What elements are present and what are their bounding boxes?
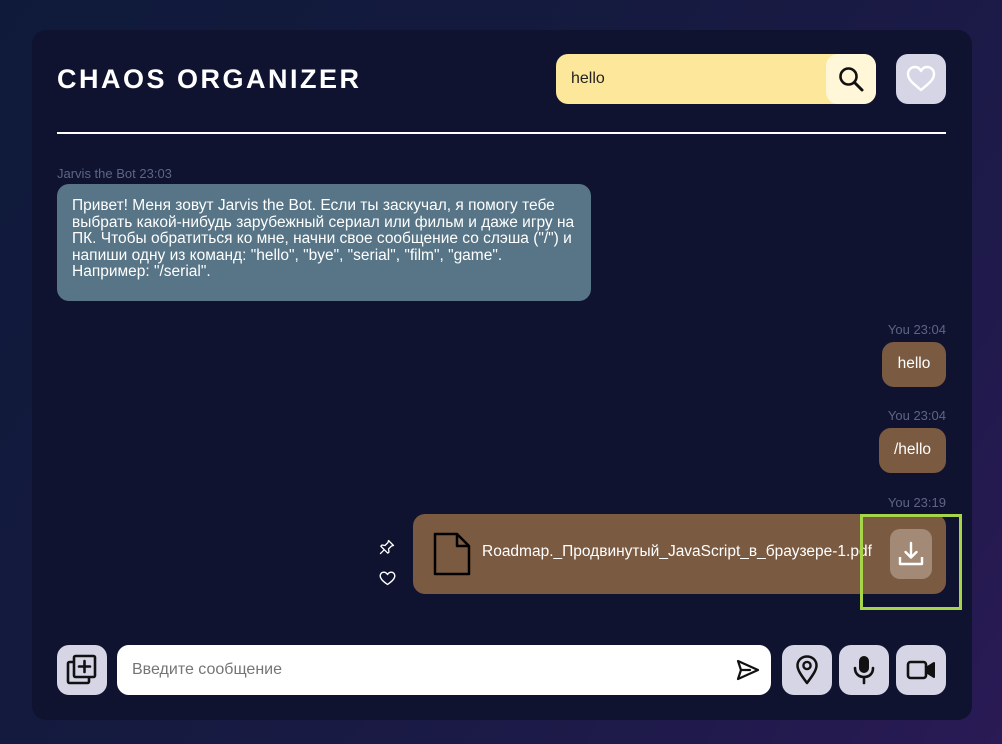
favorite-message-button[interactable] (378, 569, 396, 587)
message-meta: Jarvis the Bot 23:03 (57, 166, 172, 181)
user-message-bubble: /hello (879, 428, 946, 473)
bot-message-bubble: Привет! Меня зовут Jarvis the Bot. Если … (57, 184, 591, 301)
search-icon (839, 67, 864, 92)
video-camera-icon (906, 660, 935, 680)
file-icon (433, 532, 471, 576)
microphone-icon (853, 656, 875, 685)
message-input[interactable] (117, 645, 717, 695)
attach-file-button[interactable] (57, 645, 107, 695)
message-meta: You 23:19 (887, 495, 946, 510)
location-button[interactable] (782, 645, 832, 695)
message-meta: You 23:04 (887, 408, 946, 423)
pin-button[interactable] (378, 538, 396, 556)
chat-app-panel: CHAOS ORGANIZER Jarvis the Bot 23:03 При… (32, 30, 972, 720)
user-message-bubble: hello (882, 342, 946, 387)
voice-record-button[interactable] (839, 645, 889, 695)
pin-icon (379, 539, 395, 555)
search-button[interactable] (826, 54, 876, 104)
heart-icon (379, 571, 395, 585)
send-button[interactable] (733, 655, 763, 685)
app-title: CHAOS ORGANIZER (57, 64, 362, 94)
search-input[interactable] (556, 54, 816, 104)
heart-icon (906, 65, 936, 92)
add-file-icon (66, 654, 97, 685)
location-pin-icon (796, 655, 818, 685)
video-record-button[interactable] (896, 645, 946, 695)
message-composer (117, 645, 771, 695)
favorites-button[interactable] (896, 54, 946, 104)
download-highlight-box (860, 514, 962, 610)
search-box (556, 54, 876, 104)
message-meta: You 23:04 (887, 322, 946, 337)
send-icon (736, 659, 760, 681)
header-divider (57, 132, 946, 134)
file-name: Roadmap._Продвинутый_JavaScript_в_браузе… (482, 543, 872, 560)
